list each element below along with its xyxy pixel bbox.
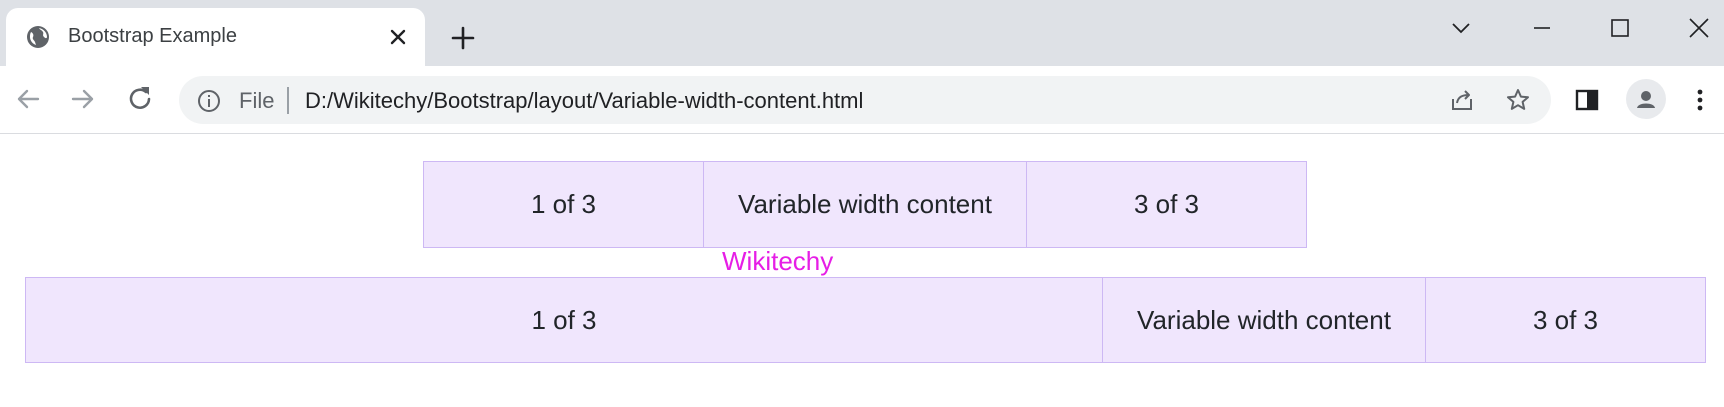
address-scheme: File <box>239 88 275 113</box>
browser-tab-active[interactable]: Bootstrap Example <box>6 8 425 66</box>
plus-icon[interactable] <box>449 24 477 52</box>
row2-col1: 1 of 3 <box>25 277 1103 363</box>
maximize-icon[interactable] <box>1600 8 1640 48</box>
reload-icon[interactable] <box>124 83 156 115</box>
back-arrow-icon[interactable] <box>12 83 44 115</box>
forward-arrow-icon[interactable] <box>67 83 99 115</box>
window-close-icon[interactable] <box>1679 8 1719 48</box>
more-vert-icon[interactable] <box>1683 83 1717 117</box>
chevron-down-icon[interactable] <box>1441 8 1481 48</box>
star-icon[interactable] <box>1505 87 1531 113</box>
tab-strip: Bootstrap Example <box>0 0 1724 66</box>
row1-col2: Variable width content <box>703 161 1027 248</box>
page-content: 1 of 3 Variable width content 3 of 3 Wik… <box>0 134 1724 407</box>
share-icon[interactable] <box>1449 87 1475 113</box>
row2-col3: 3 of 3 <box>1425 277 1706 363</box>
close-icon[interactable] <box>386 25 410 49</box>
row2-col2: Variable width content <box>1102 277 1426 363</box>
address-url[interactable]: D:/Wikitechy/Bootstrap/layout/Variable-w… <box>305 88 863 114</box>
tab-title: Bootstrap Example <box>68 25 237 47</box>
browser-toolbar: File D:/Wikitechy/Bootstrap/layout/Varia… <box>0 66 1724 134</box>
minimize-icon[interactable] <box>1522 8 1562 48</box>
row1-col1: 1 of 3 <box>423 161 704 248</box>
info-icon[interactable] <box>197 89 221 113</box>
address-separator <box>287 87 289 114</box>
profile-icon <box>1637 91 1655 108</box>
brand-label: Wikitechy <box>722 246 834 276</box>
address-bar[interactable]: File D:/Wikitechy/Bootstrap/layout/Varia… <box>179 76 1551 124</box>
side-panel-icon[interactable] <box>1570 83 1604 117</box>
globe-icon <box>27 26 49 48</box>
row1-col3: 3 of 3 <box>1026 161 1307 248</box>
